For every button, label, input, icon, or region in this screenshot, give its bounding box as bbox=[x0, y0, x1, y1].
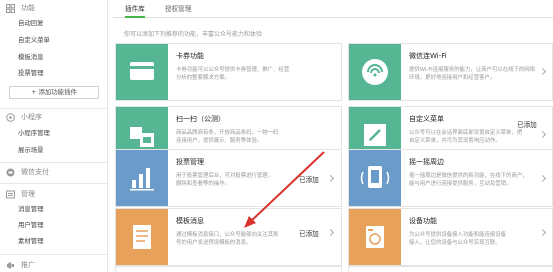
sidebar-item-mini-program-manage[interactable]: 小程序管理 bbox=[18, 127, 50, 139]
plugin-card-coupon[interactable]: 卡券功能 卡券功能可以公众号提供卡券管理、推广、经营 分析的整套解决方案。 bbox=[115, 43, 342, 101]
card-description: 通过模板消息接口，公众号能够向关注其账 bbox=[176, 232, 279, 238]
card-description: 自定义菜单，并可为其设置响应动作。 bbox=[409, 138, 501, 144]
card-description: 连接用户，提供展示、服务等体验。 bbox=[176, 138, 263, 144]
divider bbox=[0, 162, 108, 163]
card-description: 卡券功能可以公众号提供卡券管理、推广、经营 bbox=[176, 67, 290, 73]
sidebar-section-mini-program[interactable]: 小程序 bbox=[6, 111, 42, 123]
grid-icon bbox=[6, 3, 15, 13]
card-description: 号的用户发送预设模板的消息。 bbox=[176, 240, 252, 246]
wifi-icon bbox=[349, 44, 401, 100]
card-title: 扫一扫（公测） bbox=[176, 115, 225, 123]
device-icon bbox=[349, 209, 401, 265]
manage-icon bbox=[6, 190, 15, 199]
card-description: 接入，让您的设备与公众号实现互联。 bbox=[409, 240, 501, 246]
card-description: 摇一摇周边是微信提供的新功能，在线下的商户， bbox=[409, 173, 528, 179]
sidebar-section-promo[interactable]: 推广 bbox=[6, 259, 35, 271]
sidebar-section-label: 推广 bbox=[21, 261, 35, 269]
wallet-icon bbox=[6, 168, 15, 177]
sidebar-section-pay[interactable]: 微信支付 bbox=[6, 166, 49, 178]
plugin-card-next bbox=[115, 266, 342, 272]
card-icon bbox=[116, 44, 168, 100]
plugin-card-device[interactable]: 设备功能 为公众号提供设备接入功能和能连接设备 接入，让您的设备与公众号实现互联… bbox=[348, 208, 553, 266]
bar-chart-icon bbox=[116, 150, 168, 206]
card-title: 摇一摇周边 bbox=[409, 158, 444, 166]
sidebar-section-label: 微信支付 bbox=[21, 168, 49, 176]
card-description: 环境，更好地连接用户和经营客户。 bbox=[409, 75, 496, 81]
card-description: 商品品牌商有条，开放商品条码，一物一码 bbox=[176, 130, 279, 136]
card-description: 提供Wi-Fi连接服务的能力，让商户可以在线下的网络 bbox=[409, 67, 536, 73]
added-status: 已添加 bbox=[517, 121, 537, 129]
card-description: 能与用户进行连接提供服务，互动及营销。 bbox=[409, 181, 512, 187]
chevron-right-icon[interactable] bbox=[326, 228, 335, 237]
divider bbox=[0, 254, 108, 255]
card-title: 卡券功能 bbox=[176, 52, 204, 60]
promo-icon bbox=[6, 261, 15, 270]
divider bbox=[0, 183, 108, 184]
sidebar-item-user-manage[interactable]: 用户管理 bbox=[18, 219, 44, 231]
sidebar-item-message-manage[interactable]: 消息管理 bbox=[18, 203, 44, 215]
tab-plugin-library[interactable]: 插件库 bbox=[125, 3, 145, 18]
divider bbox=[0, 108, 108, 109]
page-description: 你可以添加下列推荐的功能，丰富公众号能力和体验 bbox=[124, 31, 263, 38]
card-title: 设备功能 bbox=[409, 217, 437, 225]
sidebar-item-auto-reply[interactable]: 自动回复 bbox=[18, 17, 44, 29]
sidebar-item-display-scene[interactable]: 展示场景 bbox=[18, 144, 44, 156]
shake-icon bbox=[349, 150, 401, 206]
sidebar-item-custom-menu[interactable]: 自定义菜单 bbox=[18, 34, 50, 46]
sidebar-section-label: 管理 bbox=[21, 190, 35, 198]
card-description: 公众号可以在会话界面底部设置自定义菜单，把 bbox=[409, 130, 523, 136]
card-title: 自定义菜单 bbox=[409, 115, 444, 123]
sidebar-item-template-message[interactable]: 模板消息 bbox=[18, 51, 44, 63]
card-title: 模板消息 bbox=[176, 217, 204, 225]
plugin-card-next bbox=[348, 266, 553, 272]
card-description: 分析的整套解决方案。 bbox=[176, 75, 230, 81]
card-title: 微信连Wi-Fi bbox=[409, 52, 447, 60]
tab-bar: 插件库 授权管理 bbox=[113, 0, 553, 18]
plugin-card-shake[interactable]: 摇一摇周边 摇一摇周边是微信提供的新功能，在线下的商户， 能与用户进行连接提供服… bbox=[348, 149, 553, 207]
plugin-card-template-message[interactable]: 模板消息 通过模板消息接口，公众号能够向关注其账 号的用户发送预设模板的消息。 … bbox=[115, 208, 342, 266]
mini-program-icon bbox=[6, 112, 15, 122]
document-icon bbox=[116, 209, 168, 265]
tab-authorization[interactable]: 授权管理 bbox=[165, 3, 191, 18]
card-description: 用于投票管理后台，可对投票进行管理， bbox=[176, 173, 274, 179]
card-description: 删除和查看等的操作。 bbox=[176, 181, 230, 187]
sidebar-section-label: 小程序 bbox=[21, 113, 42, 121]
sidebar-item-vote[interactable]: 投票管理 bbox=[18, 67, 44, 79]
added-status: 已添加 bbox=[299, 176, 319, 184]
sidebar-section-features[interactable]: 功能 bbox=[6, 2, 35, 14]
plugin-card-vote[interactable]: 投票管理 用于投票管理后台，可对投票进行管理， 删除和查看等的操作。 已添加 bbox=[115, 149, 342, 207]
add-plugin-button[interactable]: + 添加功能插件 bbox=[9, 86, 99, 99]
chevron-right-icon[interactable] bbox=[538, 130, 547, 139]
chevron-right-icon[interactable] bbox=[538, 228, 547, 237]
sidebar-item-material-manage[interactable]: 素材管理 bbox=[18, 235, 44, 247]
sidebar: 功能 自动回复 自定义菜单 模板消息 投票管理 + 添加功能插件 小程序 小程序… bbox=[0, 0, 108, 272]
chevron-right-icon[interactable] bbox=[538, 67, 547, 76]
added-status: 已添加 bbox=[299, 230, 319, 238]
plugin-card-wifi[interactable]: 微信连Wi-Fi 提供Wi-Fi连接服务的能力，让商户可以在线下的网络 环境，更… bbox=[348, 43, 553, 101]
chevron-right-icon[interactable] bbox=[538, 174, 547, 183]
sidebar-section-label: 功能 bbox=[21, 4, 35, 12]
chevron-right-icon[interactable] bbox=[326, 174, 335, 183]
card-description: 为公众号提供设备接入功能和能连接设备 bbox=[409, 232, 507, 238]
card-title: 投票管理 bbox=[176, 158, 204, 166]
sidebar-section-manage[interactable]: 管理 bbox=[6, 188, 35, 200]
